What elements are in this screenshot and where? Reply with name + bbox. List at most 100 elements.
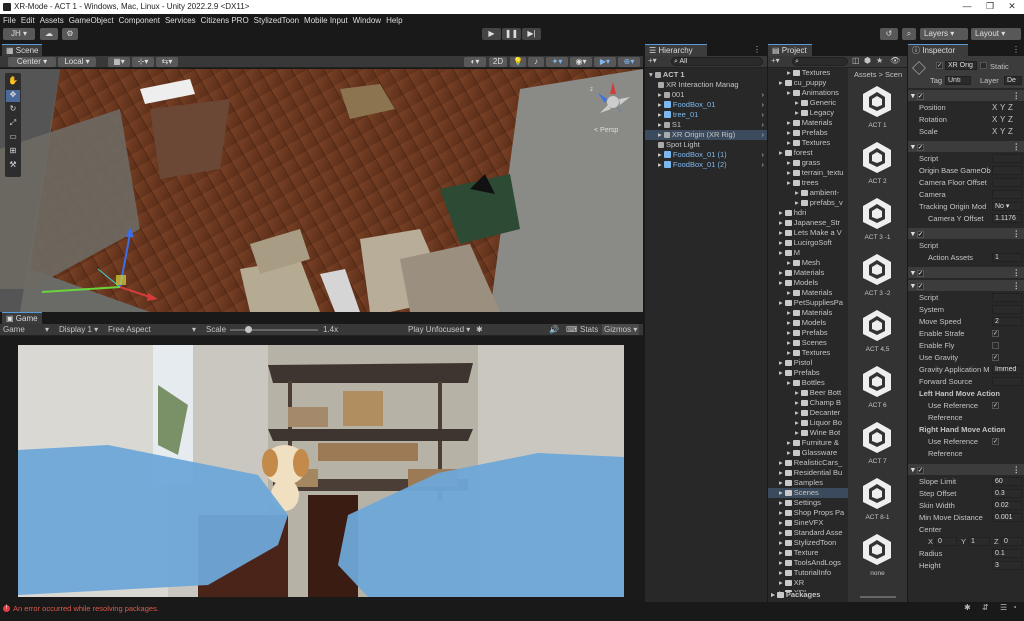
component-menu-icon[interactable]: ⋮ xyxy=(1013,267,1021,278)
minimize-icon[interactable]: — xyxy=(960,1,974,13)
project-folder[interactable]: ▸ Materials xyxy=(768,268,848,278)
undefined-header[interactable]: ▾ ✓ ⋮ xyxy=(908,280,1024,291)
expand-arrow-icon[interactable]: ▸ xyxy=(787,118,791,127)
character-prop-field[interactable]: 0.02 xyxy=(992,501,1022,510)
orientation-gizmo-icon[interactable]: z xyxy=(590,79,636,125)
expand-arrow-icon[interactable]: ▸ xyxy=(795,98,799,107)
tab-game[interactable]: ▣ Game xyxy=(2,312,42,324)
scene-asset[interactable]: ACT 8-1 xyxy=(848,474,907,530)
tab-inspector[interactable]: ⓘ Inspector xyxy=(908,44,968,56)
radius-field[interactable]: 0.1 xyxy=(992,549,1022,558)
xr-origin-prop-field[interactable]: 1.1176 xyxy=(992,214,1022,223)
scale-slider-track[interactable] xyxy=(230,329,318,331)
expand-arrow-icon[interactable]: ▸ xyxy=(658,110,664,119)
expand-arrow-icon[interactable]: ▸ xyxy=(779,578,783,587)
component-menu-icon[interactable]: ⋮ xyxy=(1013,280,1021,291)
expand-arrow-icon[interactable]: ▸ xyxy=(779,208,783,217)
foldout-icon[interactable]: ▾ xyxy=(911,268,915,277)
hierarchy-item[interactable]: ▸ XR Origin (XR Rig) › xyxy=(645,130,767,140)
scene-asset[interactable]: ACT 6 xyxy=(848,362,907,418)
xr-origin-prop-field[interactable] xyxy=(992,154,1022,163)
expand-arrow-icon[interactable]: ▸ xyxy=(795,188,799,197)
scene-tools-button[interactable]: ⇆▾ xyxy=(156,57,178,67)
xr-origin-prop-field[interactable] xyxy=(992,190,1022,199)
hierarchy-item[interactable]: ▸ tree_01 › xyxy=(645,110,767,120)
project-folder[interactable]: ▸ Japanese_Str xyxy=(768,218,848,228)
project-folder[interactable]: ▸ Materials xyxy=(768,308,848,318)
hierarchy-item[interactable]: ▾ ACT 1 xyxy=(645,70,767,80)
right-use-reference-checkbox[interactable]: ✓ xyxy=(992,438,999,445)
xr-origin-prop-field[interactable] xyxy=(992,178,1022,187)
cloud-icon[interactable]: ☁ xyxy=(40,28,58,40)
scene-asset[interactable]: ACT 3 -1 xyxy=(848,194,907,250)
project-folder[interactable]: ▸ Shop Props Pa xyxy=(768,508,848,518)
project-folder[interactable]: ▸ Bottles xyxy=(768,378,848,388)
camera-icon[interactable]: ▶▾ xyxy=(594,57,616,67)
project-folder[interactable]: ▸ Textures xyxy=(768,68,848,78)
foldout-icon[interactable]: ▾ xyxy=(911,91,915,100)
account-button[interactable]: JH ▾ xyxy=(3,28,35,40)
aspect-dropdown[interactable]: Free Aspect ▾ xyxy=(108,324,198,335)
project-folder[interactable]: ▸ Prefabs xyxy=(768,128,848,138)
menu-item[interactable]: Window xyxy=(353,16,381,25)
component-enabled-checkbox[interactable]: ✓ xyxy=(916,467,924,474)
expand-arrow-icon[interactable]: ▸ xyxy=(795,388,799,397)
move-prop-field[interactable]: Immed xyxy=(992,365,1022,374)
component-menu-icon[interactable]: ⋮ xyxy=(1013,141,1021,152)
history-icon[interactable]: ↺ xyxy=(880,28,898,40)
chevron-right-icon[interactable]: › xyxy=(762,100,765,110)
custom-tool-icon[interactable]: ⚒ xyxy=(6,160,20,172)
hand-tool-icon[interactable]: ✋ xyxy=(6,76,20,88)
project-folder[interactable]: ▸ Texture xyxy=(768,548,848,558)
bug-icon[interactable]: ✱ xyxy=(476,324,483,335)
component-menu-icon[interactable]: ⋮ xyxy=(1013,90,1021,101)
project-folder[interactable]: ▸ Materials xyxy=(768,288,848,298)
xr-origin-prop-field[interactable] xyxy=(992,166,1022,175)
icon-size-slider[interactable] xyxy=(860,596,896,598)
expand-arrow-icon[interactable]: ▸ xyxy=(795,108,799,117)
expand-arrow-icon[interactable]: ▸ xyxy=(787,318,791,327)
expand-arrow-icon[interactable]: ▸ xyxy=(779,358,783,367)
bug-report-icon[interactable]: ✱ xyxy=(964,603,971,612)
project-folder[interactable]: ▸ Animations xyxy=(768,88,848,98)
scene-asset[interactable]: none xyxy=(848,530,907,586)
expand-arrow-icon[interactable]: ▸ xyxy=(795,428,799,437)
maximize-icon[interactable]: ❐ xyxy=(983,1,997,13)
expand-arrow-icon[interactable]: ▸ xyxy=(779,568,783,577)
transform-tool-icon[interactable]: ⊞ xyxy=(6,146,20,158)
project-folder[interactable]: ▸ terrain_textu xyxy=(768,168,848,178)
foldout-icon[interactable]: ▾ xyxy=(911,465,915,474)
action-assets-field[interactable]: 1 xyxy=(992,253,1022,262)
packages-folder[interactable]: ▸ Packages xyxy=(771,590,820,600)
expand-arrow-icon[interactable]: ▸ xyxy=(779,218,783,227)
center-x-field[interactable]: 0 xyxy=(935,537,957,546)
project-folder[interactable]: ▸ PetSuppliesPa xyxy=(768,298,848,308)
expand-arrow-icon[interactable]: ▸ xyxy=(779,498,783,507)
perspective-label[interactable]: < Persp xyxy=(594,127,618,134)
project-folder[interactable]: ▸ SineVFX xyxy=(768,518,848,528)
undefined-header[interactable]: ▾ ✓ ⋮ xyxy=(908,90,1024,101)
expand-arrow-icon[interactable]: ▸ xyxy=(779,148,783,157)
pivot-dropdown[interactable]: Center ▾ xyxy=(8,57,56,67)
expand-arrow-icon[interactable]: ▸ xyxy=(658,100,664,109)
collab-icon[interactable]: ⚙ xyxy=(62,28,78,40)
expand-arrow-icon[interactable]: ▸ xyxy=(658,150,664,159)
project-folder[interactable]: ▸ Furniture & xyxy=(768,438,848,448)
project-folder[interactable]: ▸ StylizedToon xyxy=(768,538,848,548)
expand-arrow-icon[interactable]: ▸ xyxy=(787,68,791,77)
effects-icon[interactable]: ✦▾ xyxy=(546,57,568,67)
undefined-header[interactable]: ▾ ✓ ⋮ xyxy=(908,464,1024,475)
filter-label-icon[interactable]: ⬢ xyxy=(864,56,871,65)
menu-item[interactable]: File xyxy=(3,16,16,25)
project-folder[interactable]: ▸ Glassware xyxy=(768,448,848,458)
project-search[interactable]: ⌕ xyxy=(792,57,848,66)
expand-arrow-icon[interactable]: ▸ xyxy=(779,228,783,237)
favorite-icon[interactable]: ★ xyxy=(876,56,883,65)
mute-audio-icon[interactable]: 🔊 xyxy=(549,324,559,335)
expand-arrow-icon[interactable]: ▸ xyxy=(779,238,783,247)
project-folder[interactable]: ▸ XR xyxy=(768,578,848,588)
filter-type-icon[interactable]: ◫ xyxy=(852,56,860,65)
project-folder[interactable]: ▸ Scenes xyxy=(768,338,848,348)
project-folder[interactable]: ▸ RealisticCars_ xyxy=(768,458,848,468)
move-prop-field[interactable] xyxy=(992,377,1022,386)
